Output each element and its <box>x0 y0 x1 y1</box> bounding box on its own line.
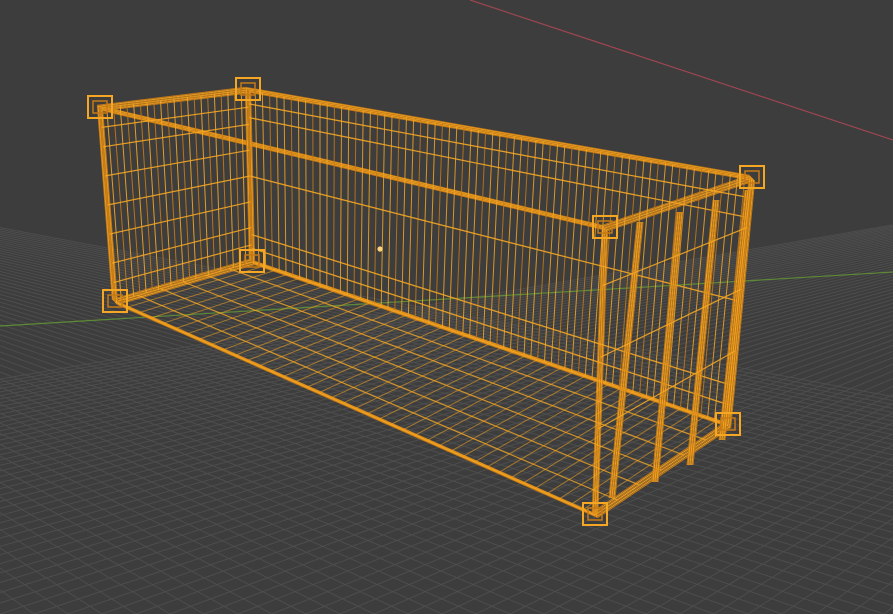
frame-edge <box>99 88 248 108</box>
viewport-canvas[interactable] <box>0 0 893 614</box>
3d-viewport[interactable] <box>0 0 893 614</box>
grid-line <box>407 394 893 614</box>
grid-line <box>0 547 103 614</box>
frame-edge <box>249 91 754 181</box>
grid-line <box>747 518 893 614</box>
grid-line <box>0 589 35 614</box>
grid-line <box>339 377 893 614</box>
wall-rail <box>248 103 751 199</box>
grid-line <box>781 537 893 614</box>
frame-edge <box>250 92 755 182</box>
object-origin-point <box>377 246 383 252</box>
frame-edge <box>248 90 753 180</box>
frame-edge <box>98 87 247 107</box>
frame-edge <box>98 106 605 228</box>
frame-edge <box>100 90 249 110</box>
x-axis-line <box>469 0 893 141</box>
door-locking-rod <box>691 199 719 466</box>
frame-edge <box>97 106 114 301</box>
end-wall-rail <box>111 227 252 264</box>
end-wall-rail <box>109 201 251 235</box>
end-wall-rail <box>107 175 251 206</box>
grid-line <box>815 557 893 614</box>
frame-edge <box>247 88 752 178</box>
frame-edge <box>100 108 607 230</box>
